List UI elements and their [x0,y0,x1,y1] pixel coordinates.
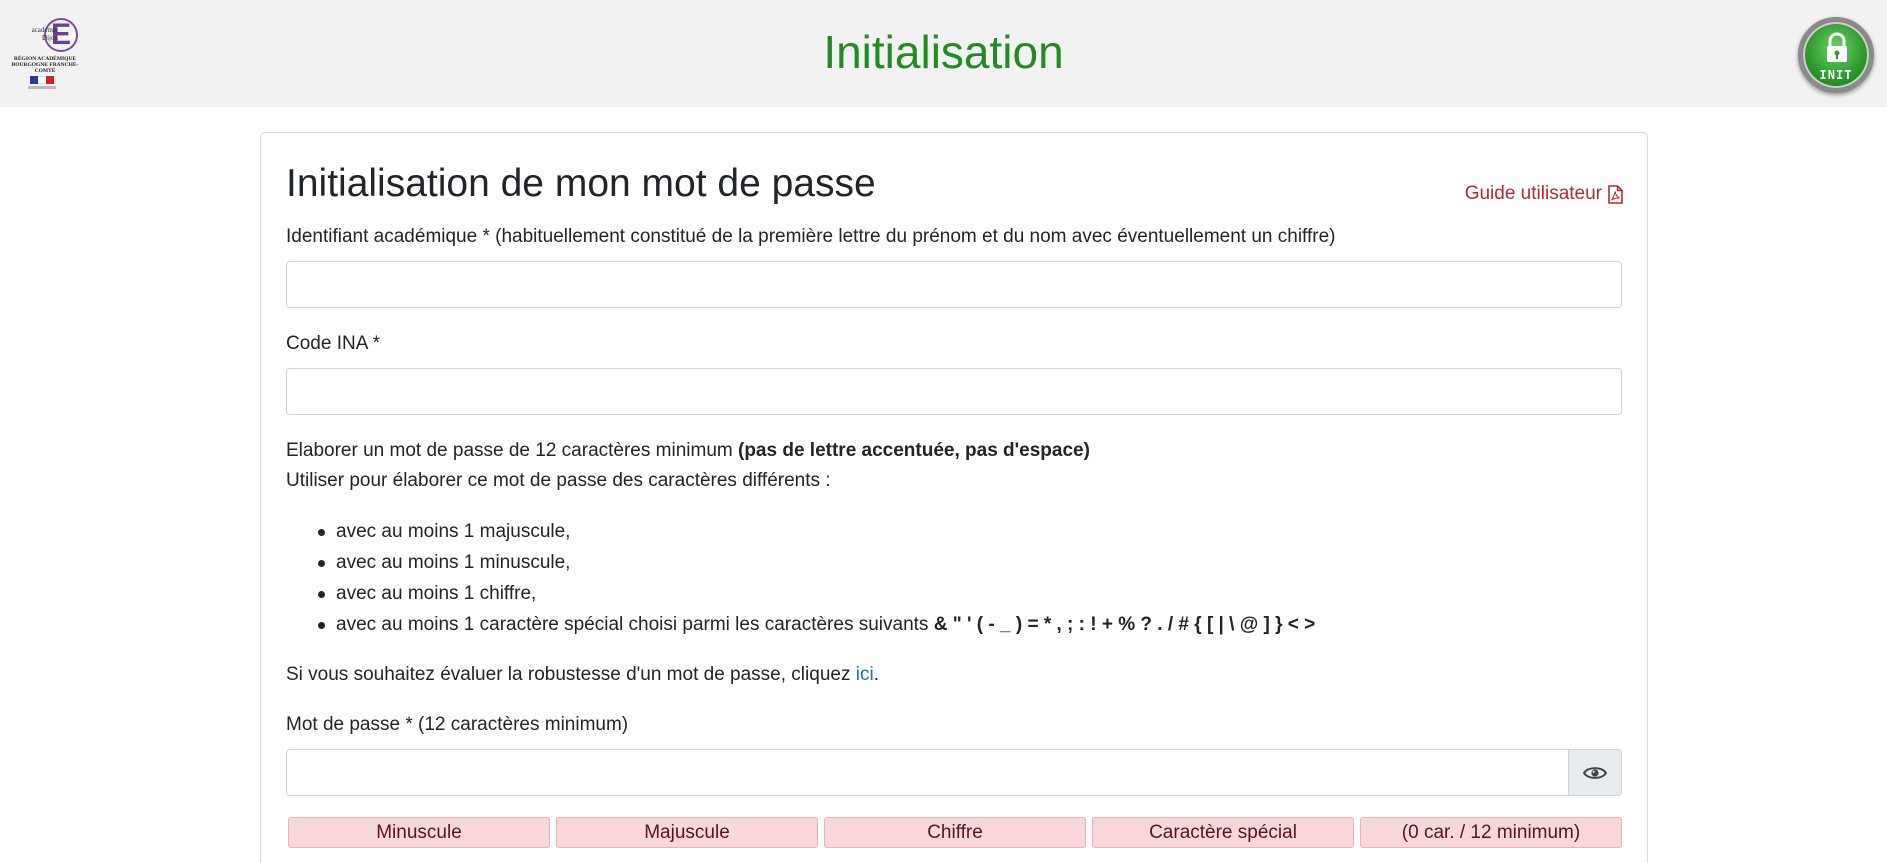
toggle-password-visibility-button[interactable] [1569,749,1622,796]
password-input[interactable] [286,749,1569,796]
password-rules-list: avec au moins 1 majuscule, avec au moins… [318,516,1315,640]
identifiant-label: Identifiant académique * (habituellement… [286,226,1336,247]
robustness-end: . [873,664,879,685]
page-header-title: Initialisation [823,26,1064,78]
init-lock-badge: INIT [1798,17,1874,93]
digit-badge: Chiffre [824,817,1086,848]
eye-icon [1583,766,1607,779]
pdf-file-icon [1608,184,1623,204]
header: E académie Dijon RÉGION ACADÉMIQUE BOURG… [0,0,1887,107]
rule-special-text: avec au moins 1 caractère spécial choisi… [336,614,934,635]
special-char-badge: Caractère spécial [1092,817,1354,848]
password-rules-intro: Elaborer un mot de passe de 12 caractère… [286,436,1090,466]
code-ina-input[interactable] [286,368,1622,415]
password-strength-badges: Minuscule Majuscule Chiffre Caractère sp… [288,817,1622,848]
rule-special: avec au moins 1 caractère spécial choisi… [318,609,1315,640]
uppercase-badge: Majuscule [556,817,818,848]
init-badge-label: INIT [1819,68,1853,82]
rules-intro-text: Elaborer un mot de passe de 12 caractère… [286,440,738,461]
robustness-text: Si vous souhaitez évaluer la robustesse … [286,660,879,690]
rule-uppercase: avec au moins 1 majuscule, [318,516,1315,547]
guide-link-label: Guide utilisateur [1464,183,1602,204]
special-characters: & " ' ( - _ ) = * , ; : ! + % ? . / # { … [933,614,1316,635]
rules-intro-bold: (pas de lettre accentuée, pas d'espace) [738,440,1090,461]
char-count-badge: (0 car. / 12 minimum) [1360,817,1622,848]
guide-link[interactable]: Guide utilisateur [1465,180,1623,208]
form-title: Initialisation de mon mot de passe [286,162,876,205]
padlock-icon [1827,32,1847,62]
password-label: Mot de passe * (12 caractères minimum) [286,714,629,735]
rule-lowercase: avec au moins 1 minuscule, [318,547,1315,578]
robustness-link[interactable]: ici [856,664,874,685]
identifiant-input[interactable] [286,261,1622,308]
robustness-sentence: Si vous souhaitez évaluer la robustesse … [286,664,856,685]
password-input-group [286,749,1622,796]
code-ina-label: Code INA * [286,333,380,354]
rules-intro-2: Utiliser pour élaborer ce mot de passe d… [286,470,831,491]
rule-digit: avec au moins 1 chiffre, [318,578,1315,609]
lowercase-badge: Minuscule [288,817,550,848]
